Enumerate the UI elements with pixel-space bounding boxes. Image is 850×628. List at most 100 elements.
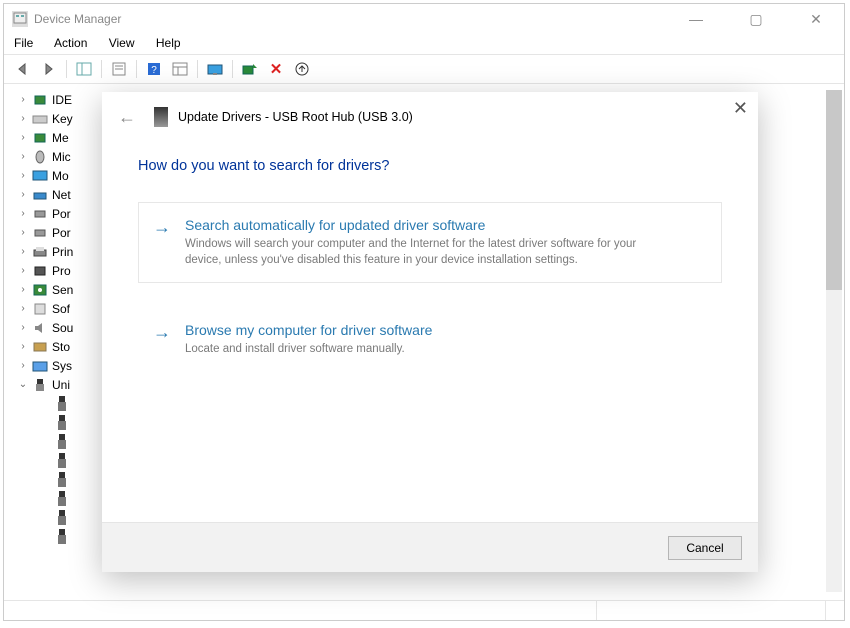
tree-item-label: Por bbox=[52, 226, 71, 240]
tree-item[interactable]: › Sto bbox=[18, 337, 108, 356]
dialog-close-icon[interactable]: ✕ bbox=[733, 98, 748, 119]
menu-view[interactable]: View bbox=[109, 36, 135, 50]
tree-item[interactable]: › Por bbox=[18, 223, 108, 242]
device-tree[interactable]: ›IDE›Key›Me›Mic›Mo›Net›Por›Por›Prin›Pro›… bbox=[18, 90, 108, 602]
tree-item-label: Me bbox=[52, 131, 69, 145]
caret-icon: › bbox=[18, 303, 28, 314]
tree-item-label: Sou bbox=[52, 321, 73, 335]
usb-plug-icon bbox=[56, 433, 68, 451]
tree-item-label: Mo bbox=[52, 169, 69, 183]
menu-action[interactable]: Action bbox=[54, 36, 87, 50]
status-cell bbox=[597, 601, 826, 620]
caret-icon: › bbox=[18, 227, 28, 238]
tree-item-label: Prin bbox=[52, 245, 73, 259]
minimize-button[interactable]: — bbox=[676, 11, 716, 28]
view-icon[interactable] bbox=[169, 59, 191, 79]
tree-item-usb-child[interactable] bbox=[56, 470, 108, 489]
tree-item-usb-child[interactable] bbox=[56, 527, 108, 546]
tree-item[interactable]: ›Mo bbox=[18, 166, 108, 185]
option-browse-computer[interactable]: → Browse my computer for driver software… bbox=[138, 307, 722, 373]
tree-item[interactable]: › Me bbox=[18, 128, 108, 147]
tree-item[interactable]: › Pro bbox=[18, 261, 108, 280]
caret-icon: › bbox=[18, 208, 28, 219]
svg-text:?: ? bbox=[151, 65, 157, 76]
caret-icon: › bbox=[18, 265, 28, 276]
usb-plug-icon bbox=[56, 490, 68, 508]
uninstall-icon[interactable]: ✕ bbox=[265, 59, 287, 79]
option-description: Windows will search your computer and th… bbox=[185, 237, 645, 268]
titlebar[interactable]: Device Manager — ▢ ✕ bbox=[4, 4, 844, 34]
help-icon[interactable]: ? bbox=[143, 59, 165, 79]
storage-icon bbox=[32, 340, 48, 354]
caret-icon: › bbox=[18, 132, 28, 143]
dialog-header: ← Update Drivers - USB Root Hub (USB 3.0… bbox=[102, 92, 758, 142]
tree-item-usb-child[interactable] bbox=[56, 394, 108, 413]
tree-item-label: Sys bbox=[52, 359, 72, 373]
caret-icon: › bbox=[18, 341, 28, 352]
caret-icon: › bbox=[18, 246, 28, 257]
usb-plug-icon bbox=[56, 471, 68, 489]
dialog-question: How do you want to search for drivers? bbox=[138, 158, 722, 174]
menubar: File Action View Help bbox=[4, 34, 844, 55]
tree-item[interactable]: ›Por bbox=[18, 204, 108, 223]
tree-item[interactable]: › Sys bbox=[18, 356, 108, 375]
tree-item[interactable]: ›IDE bbox=[18, 90, 108, 109]
caret-icon: › bbox=[18, 322, 28, 333]
status-cell bbox=[4, 601, 597, 620]
option-search-automatically[interactable]: → Search automatically for updated drive… bbox=[138, 202, 722, 283]
tree-item[interactable]: › Prin bbox=[18, 242, 108, 261]
tree-item[interactable]: › Sou bbox=[18, 318, 108, 337]
tree-item[interactable]: ⌄Uni bbox=[18, 375, 108, 394]
tree-item[interactable]: › Sof bbox=[18, 299, 108, 318]
tree-item-usb-child[interactable] bbox=[56, 413, 108, 432]
caret-icon: › bbox=[18, 360, 28, 371]
caret-icon: › bbox=[18, 189, 28, 200]
tree-item[interactable]: ›Mic bbox=[18, 147, 108, 166]
tree-item[interactable]: › Net bbox=[18, 185, 108, 204]
chip-icon bbox=[32, 93, 48, 107]
forward-icon[interactable] bbox=[38, 59, 60, 79]
usb-plug-icon bbox=[56, 414, 68, 432]
window-controls: — ▢ ✕ bbox=[676, 11, 836, 28]
tree-item-usb-child[interactable] bbox=[56, 451, 108, 470]
scrollbar-thumb[interactable] bbox=[826, 90, 842, 290]
maximize-button[interactable]: ▢ bbox=[736, 11, 776, 28]
tree-item[interactable]: ›Sen bbox=[18, 280, 108, 299]
dialog-body: How do you want to search for drivers? →… bbox=[102, 142, 758, 522]
dialog-footer: Cancel bbox=[102, 522, 758, 572]
scan-hardware-icon[interactable] bbox=[239, 59, 261, 79]
tree-item-usb-child[interactable] bbox=[56, 489, 108, 508]
add-legacy-icon[interactable] bbox=[291, 59, 313, 79]
status-cell bbox=[826, 601, 844, 620]
back-arrow-icon[interactable]: ← bbox=[118, 107, 136, 128]
show-hide-tree-icon[interactable] bbox=[73, 59, 95, 79]
port-icon bbox=[32, 207, 48, 221]
tree-item-label: Net bbox=[52, 188, 71, 202]
menu-help[interactable]: Help bbox=[156, 36, 181, 50]
tree-item-label: Sof bbox=[52, 302, 70, 316]
tree-item-usb-child[interactable] bbox=[56, 432, 108, 451]
software-icon bbox=[32, 302, 48, 316]
separator bbox=[101, 60, 102, 78]
close-button[interactable]: ✕ bbox=[796, 11, 836, 28]
tree-item-label: Pro bbox=[52, 264, 71, 278]
system-icon bbox=[32, 359, 48, 373]
tree-item-label: Mic bbox=[52, 150, 71, 164]
tree-item-label: Sto bbox=[52, 340, 70, 354]
option-title: Browse my computer for driver software bbox=[185, 322, 705, 338]
caret-icon: ⌄ bbox=[18, 379, 28, 390]
cancel-button[interactable]: Cancel bbox=[668, 536, 742, 560]
tree-item-usb-child[interactable] bbox=[56, 508, 108, 527]
update-driver-icon[interactable] bbox=[204, 59, 226, 79]
usb-plug-icon bbox=[56, 528, 68, 546]
menu-file[interactable]: File bbox=[14, 36, 33, 50]
app-icon bbox=[12, 11, 28, 27]
caret-icon: › bbox=[18, 113, 28, 124]
toolbar: ? ✕ bbox=[4, 55, 844, 84]
properties-icon[interactable] bbox=[108, 59, 130, 79]
vertical-scrollbar[interactable] bbox=[826, 90, 842, 592]
port-icon bbox=[32, 226, 48, 240]
tree-item[interactable]: ›Key bbox=[18, 109, 108, 128]
back-icon[interactable] bbox=[12, 59, 34, 79]
caret-icon: › bbox=[18, 94, 28, 105]
